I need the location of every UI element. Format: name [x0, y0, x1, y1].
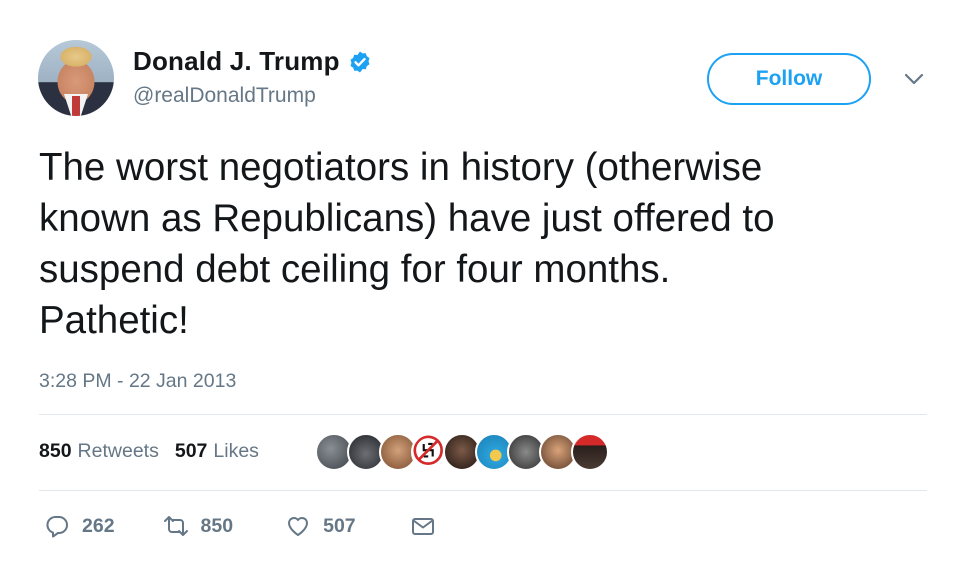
retweet-action[interactable]: 850: [163, 513, 234, 539]
crossed-symbol-icon: [413, 435, 443, 465]
divider-top: [39, 414, 927, 415]
tweet-actions: 262 850 507: [44, 513, 436, 539]
verified-badge-icon: [350, 51, 370, 72]
direct-message-action[interactable]: [410, 513, 436, 539]
like-count: 507: [323, 514, 356, 537]
retweets-stat[interactable]: 850 Retweets: [39, 440, 159, 463]
reply-icon: [46, 516, 68, 538]
reply-action[interactable]: 262: [44, 513, 115, 539]
tweet-timestamp[interactable]: 3:28 PM - 22 Jan 2013: [39, 370, 236, 393]
follow-button[interactable]: Follow: [707, 53, 871, 105]
divider-bottom: [39, 490, 927, 491]
engagement-stats: 850 Retweets 507 Likes: [39, 440, 259, 463]
tweet-text: The worst negotiators in history (otherw…: [39, 146, 775, 342]
author-name[interactable]: Donald J. Trump: [133, 46, 340, 77]
author-name-row: Donald J. Trump: [133, 46, 372, 77]
liker-avatar-9[interactable]: [571, 433, 609, 471]
author-avatar[interactable]: [38, 40, 114, 116]
retweet-count: 850: [200, 514, 234, 537]
chevron-down-icon[interactable]: [903, 71, 925, 87]
heart-icon: [288, 517, 309, 536]
envelope-icon: [411, 518, 434, 535]
avatar-tie: [72, 96, 80, 116]
likes-stat[interactable]: 507 Likes: [175, 440, 259, 463]
reply-count: 262: [82, 514, 115, 537]
liker-avatars: [315, 433, 609, 471]
retweet-icon: [163, 516, 188, 536]
like-action[interactable]: 507: [285, 513, 356, 539]
author-handle[interactable]: @realDonaldTrump: [133, 84, 316, 108]
